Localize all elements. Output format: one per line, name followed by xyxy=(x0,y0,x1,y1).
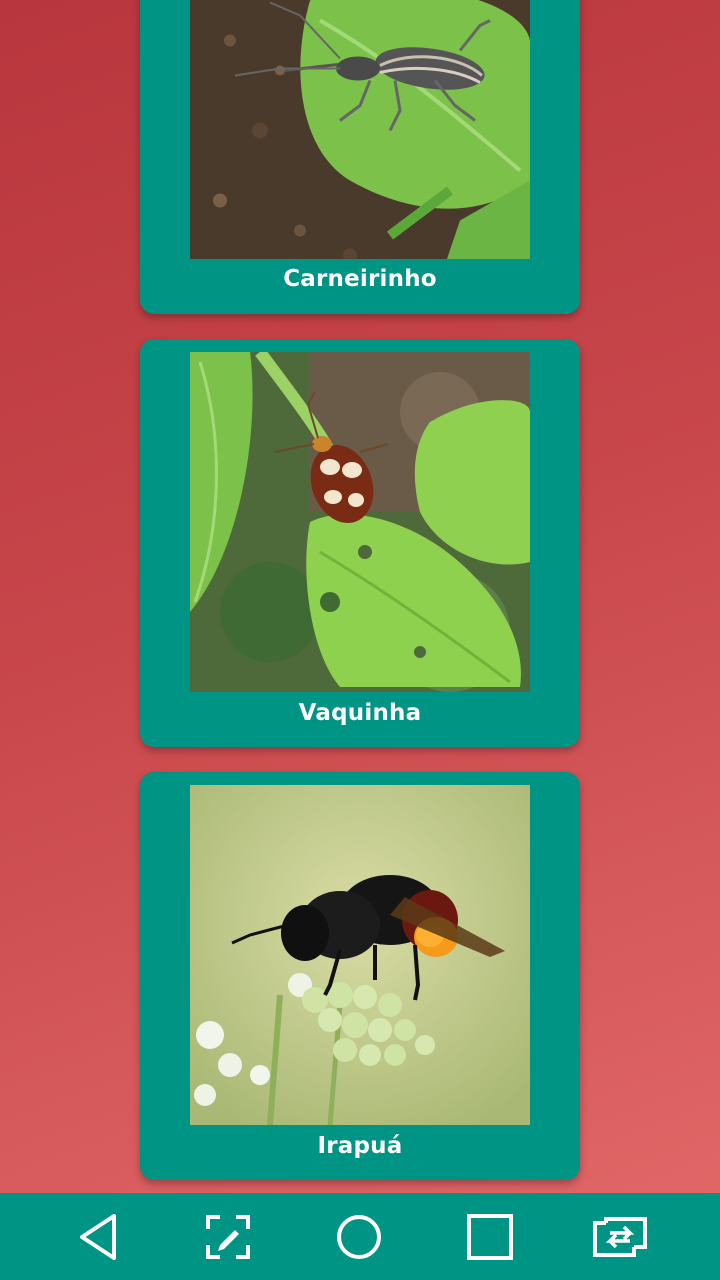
insect-card-irapua[interactable]: Irapuá xyxy=(140,772,580,1180)
home-icon[interactable] xyxy=(329,1207,389,1267)
insect-card-carneirinho[interactable]: Carneirinho xyxy=(140,0,580,314)
insect-card-vaquinha[interactable]: Vaquinha xyxy=(140,339,580,747)
navigation-bar xyxy=(0,1193,720,1280)
card-label: Vaquinha xyxy=(298,700,422,726)
switch-app-icon[interactable] xyxy=(590,1207,650,1267)
screenshot-edit-icon[interactable] xyxy=(198,1207,258,1267)
bee-on-flower-photo xyxy=(190,785,530,1125)
spotted-beetle-on-leaf-photo xyxy=(190,352,530,692)
back-icon[interactable] xyxy=(68,1207,128,1267)
card-label: Irapuá xyxy=(317,1133,403,1159)
card-label: Carneirinho xyxy=(283,266,437,292)
weevil-on-leaf-photo xyxy=(190,0,530,259)
recents-icon[interactable] xyxy=(460,1207,520,1267)
